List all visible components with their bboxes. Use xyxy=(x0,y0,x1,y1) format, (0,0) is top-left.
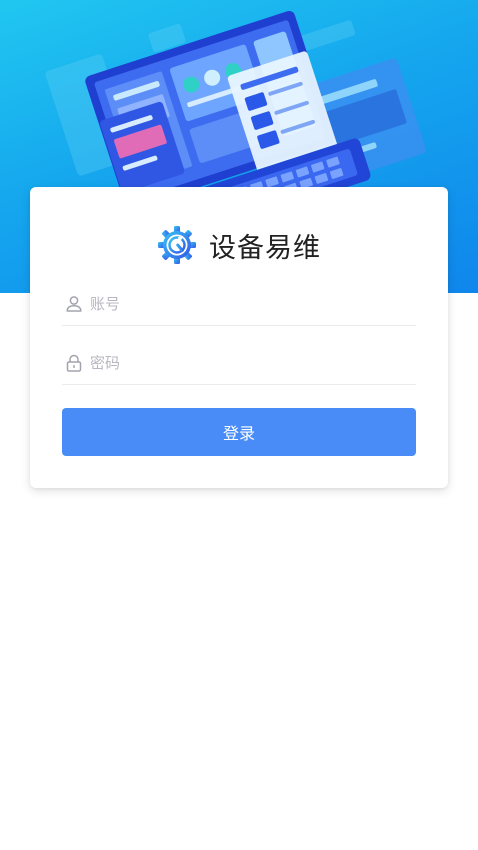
user-icon xyxy=(66,295,82,312)
gear-wrench-icon xyxy=(158,226,196,264)
app-title: 设备易维 xyxy=(209,232,321,264)
password-field[interactable] xyxy=(62,341,416,385)
login-button[interactable]: 登录 xyxy=(62,408,416,456)
login-card: 设备易维 登录 xyxy=(30,187,448,488)
lock-icon xyxy=(66,354,82,372)
password-input[interactable] xyxy=(90,353,416,372)
account-input[interactable] xyxy=(90,294,416,313)
brand-header: 设备易维 xyxy=(30,223,448,267)
account-field[interactable] xyxy=(62,282,416,326)
